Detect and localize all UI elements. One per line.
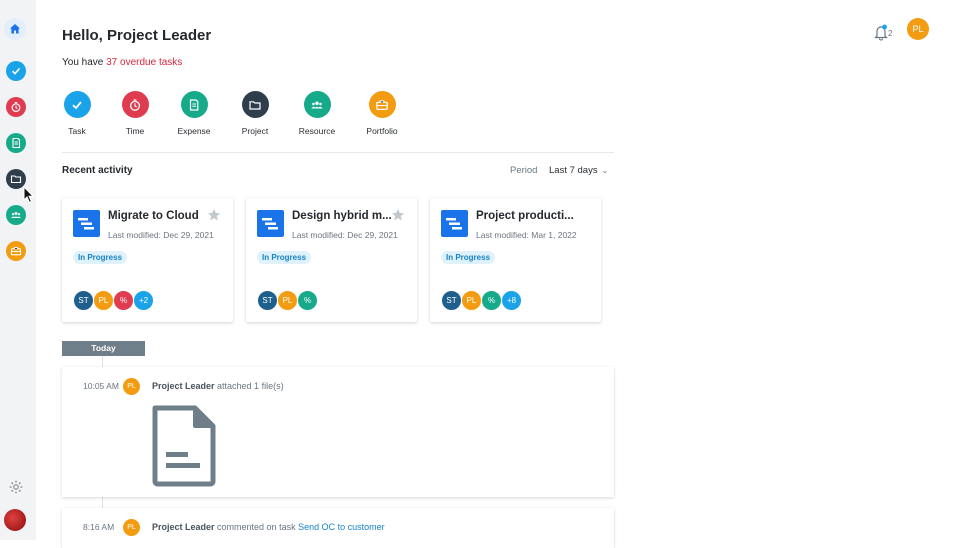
folder-icon [249, 100, 261, 110]
document-file-icon[interactable] [151, 405, 217, 487]
quick-action-portfolio-button[interactable] [368, 91, 396, 118]
sidebar-item-resource[interactable] [6, 205, 26, 225]
gear-icon [9, 480, 23, 494]
check-icon [11, 67, 21, 75]
project-card[interactable]: Project producti... Last modified: Mar 1… [430, 198, 601, 322]
timer-icon [11, 102, 21, 112]
quick-action-resource-button[interactable] [303, 91, 331, 118]
project-card-title: Migrate to Cloud [108, 210, 199, 222]
timer-icon [129, 98, 141, 111]
sidebar-item-task[interactable] [6, 61, 26, 81]
period-label: Period [510, 165, 538, 176]
project-card[interactable]: Migrate to Cloud Last modified: Dec 29, … [62, 198, 233, 322]
quick-action-project-button[interactable] [241, 91, 269, 118]
avatar: PL [93, 290, 114, 311]
activity-text: Project Leader commented on task Send OC… [152, 522, 385, 532]
activity-time: 8:16 AM [83, 522, 115, 532]
quick-action-label: Resource [298, 126, 336, 136]
star-icon[interactable] [207, 208, 221, 222]
main-content: Hello, Project Leader You have 37 overdu… [36, 0, 960, 548]
avatar: PL [277, 290, 298, 311]
sidebar-item-time[interactable] [6, 97, 26, 117]
last-modified: Last modified: Mar 1, 2022 [476, 230, 577, 240]
sidebar-item-home[interactable] [4, 18, 26, 40]
sidebar [0, 0, 36, 540]
gantt-project-icon [73, 210, 100, 237]
avatar: % [481, 290, 502, 311]
overdue-summary: You have 37 overdue tasks [62, 57, 182, 68]
overdue-tasks-link[interactable]: 37 overdue tasks [106, 57, 182, 68]
activity-entry: 10:05 AM PL Project Leader attached 1 fi… [62, 367, 614, 497]
sidebar-item-portfolio[interactable] [6, 241, 26, 261]
user-avatar[interactable]: PL [907, 18, 929, 40]
quick-action-portfolio[interactable]: Portfolio [352, 91, 412, 136]
recent-activity-title: Recent activity [62, 165, 133, 176]
last-modified: Last modified: Dec 29, 2021 [292, 230, 398, 240]
notification-count: 2 [888, 29, 893, 38]
activity-actor[interactable]: Project Leader [152, 381, 215, 391]
quick-action-time[interactable]: Time [105, 91, 165, 136]
avatar: PL [123, 378, 140, 395]
day-header: Today [62, 341, 145, 356]
chevron-down-icon: ⌄ [601, 166, 609, 175]
avatar: % [113, 290, 134, 311]
quick-action-expense-button[interactable] [180, 91, 208, 118]
period-select[interactable]: Last 7 days ⌄ [549, 165, 608, 176]
avatar: PL [123, 519, 140, 536]
activity-time: 10:05 AM [83, 381, 119, 391]
quick-action-label: Expense [177, 126, 211, 136]
avatar: PL [461, 290, 482, 311]
gantt-project-icon [257, 210, 284, 237]
avatar: ST [441, 290, 462, 311]
folder-icon [10, 175, 22, 184]
receipt-icon [189, 98, 199, 111]
activity-text: Project Leader attached 1 file(s) [152, 381, 284, 391]
project-card-title: Project producti... [476, 210, 574, 222]
task-link[interactable]: Send OC to customer [298, 522, 385, 532]
quick-action-task[interactable]: Task [47, 91, 107, 136]
quick-action-time-button[interactable] [121, 91, 149, 118]
status-badge: In Progress [257, 251, 312, 264]
activity-action: commented on task [214, 522, 299, 532]
avatar: ST [257, 290, 278, 311]
user-profile-avatar[interactable] [4, 509, 26, 531]
page-title: Hello, Project Leader [62, 27, 212, 44]
people-icon [11, 212, 21, 218]
sidebar-item-settings[interactable] [6, 477, 26, 497]
people-icon [311, 101, 323, 108]
quick-action-label: Task [68, 126, 86, 136]
gantt-project-icon [441, 210, 468, 237]
status-badge: In Progress [441, 251, 496, 264]
last-modified: Last modified: Dec 29, 2021 [108, 230, 214, 240]
avatar: ST [73, 290, 94, 311]
quick-action-task-button[interactable] [63, 91, 91, 118]
briefcase-icon [376, 99, 388, 110]
receipt-icon [12, 137, 21, 149]
briefcase-icon [10, 247, 22, 256]
overdue-prefix: You have [62, 57, 107, 68]
sidebar-item-expense[interactable] [6, 133, 26, 153]
activity-entry: 8:16 AM PL Project Leader commented on t… [62, 508, 614, 548]
quick-action-resource[interactable]: Resource [287, 91, 347, 136]
mouse-cursor-icon [23, 186, 35, 204]
activity-actor[interactable]: Project Leader [152, 522, 215, 532]
quick-action-label: Time [125, 126, 145, 136]
star-icon[interactable] [391, 208, 405, 222]
quick-action-label: Project [241, 126, 269, 136]
home-icon [10, 24, 20, 34]
status-badge: In Progress [73, 251, 128, 264]
check-icon [72, 100, 82, 109]
divider [62, 152, 614, 153]
quick-action-label: Portfolio [366, 126, 398, 136]
period-select-value: Last 7 days [549, 165, 598, 176]
activity-action: attached 1 file(s) [214, 381, 284, 391]
quick-action-project[interactable]: Project [225, 91, 285, 136]
more-members-count[interactable]: +2 [133, 290, 154, 311]
more-members-count[interactable]: +8 [501, 290, 522, 311]
avatar: % [297, 290, 318, 311]
quick-action-expense[interactable]: Expense [164, 91, 224, 136]
project-card-title: Design hybrid m... [292, 210, 392, 222]
project-card[interactable]: Design hybrid m... Last modified: Dec 29… [246, 198, 417, 322]
